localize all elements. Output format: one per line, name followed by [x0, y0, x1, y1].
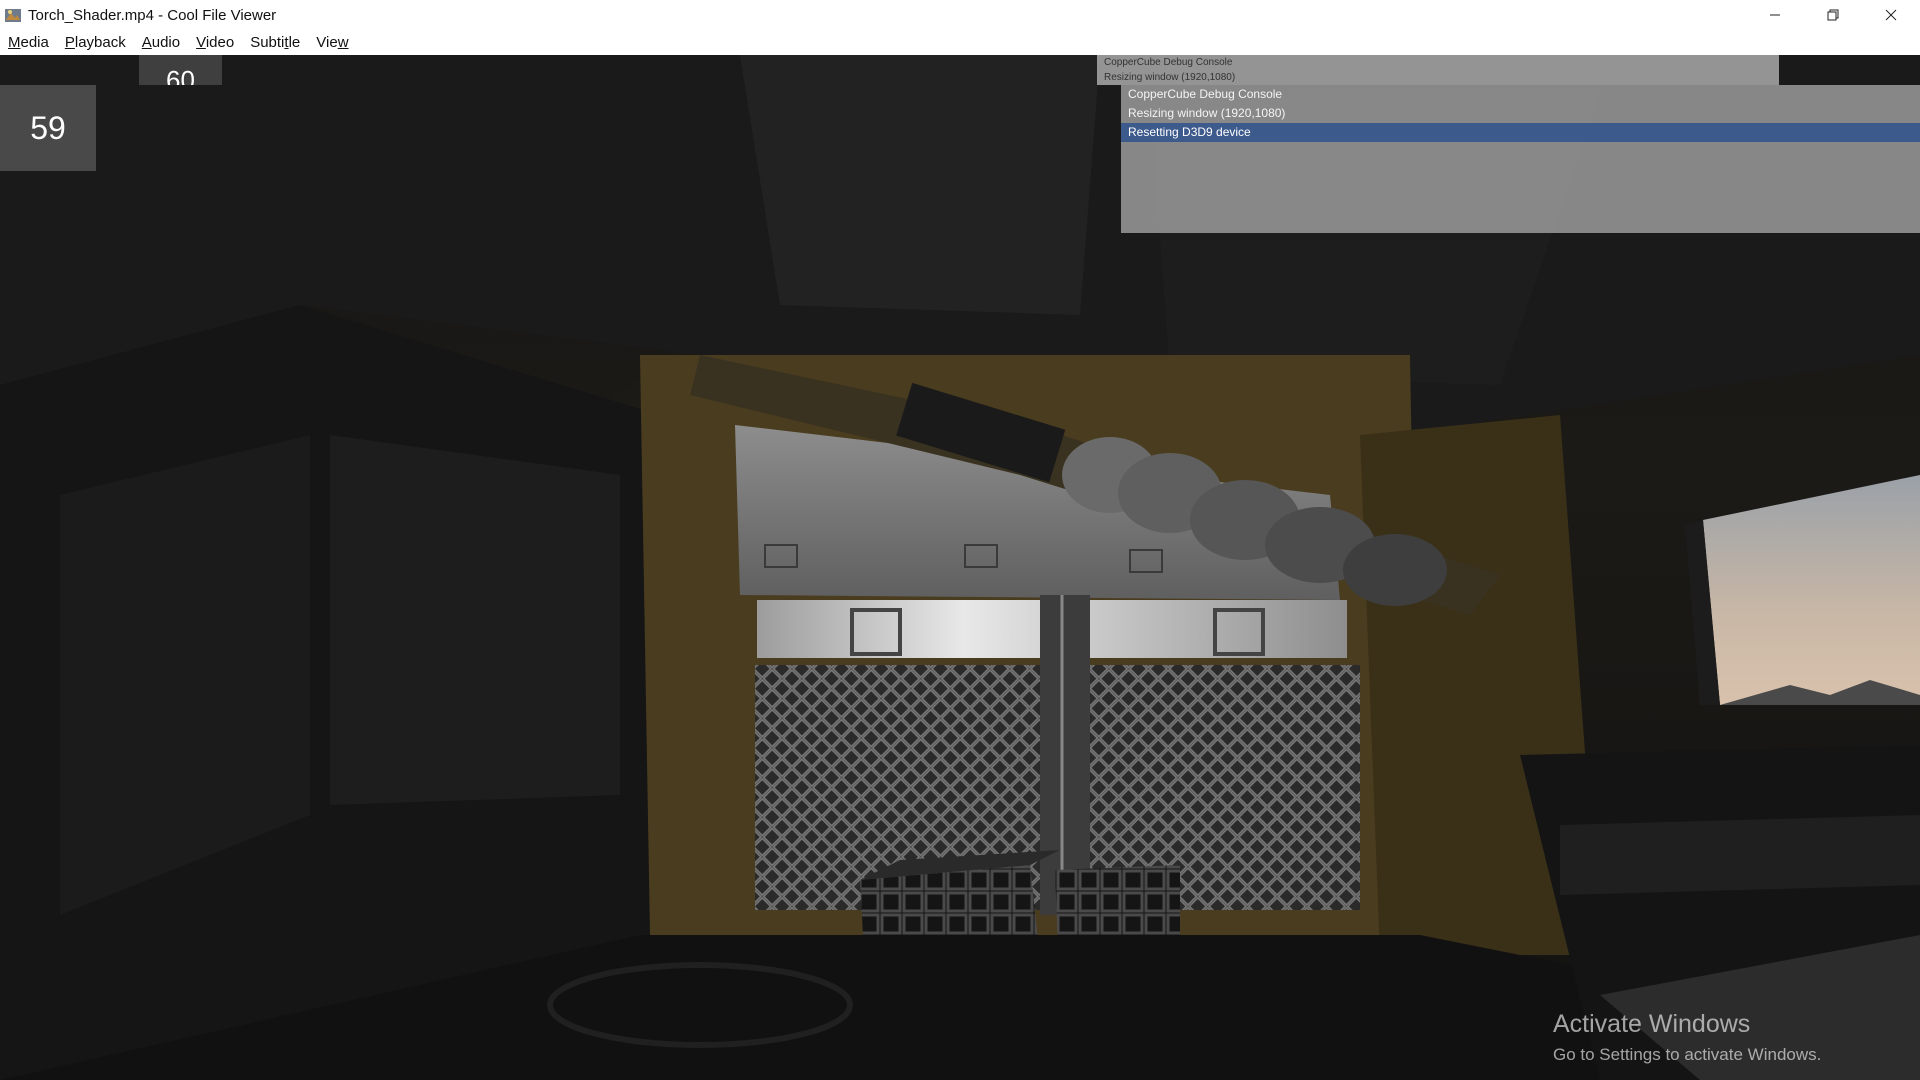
menu-subtitle-label-post: le — [288, 34, 301, 51]
activation-watermark-title: Activate Windows — [1553, 1010, 1751, 1038]
debug-console[interactable]: CopperCube Debug Console Resizing window… — [1121, 85, 1920, 233]
fps-counter: 59 — [0, 85, 96, 171]
console-line[interactable]: CopperCube Debug Console — [1121, 85, 1920, 104]
minimize-icon — [1770, 14, 1780, 16]
minimize-button[interactable] — [1746, 0, 1804, 30]
menu-media[interactable]: Media — [0, 34, 57, 51]
menu-media-label: edia — [20, 34, 49, 51]
fps-ghost-value: 60 — [166, 65, 195, 85]
fps-value: 59 — [30, 109, 66, 146]
activation-watermark-subtitle: Go to Settings to activate Windows. — [1553, 1045, 1822, 1064]
debug-console-ghost: CopperCube Debug Console Resizing window… — [1097, 55, 1779, 85]
console-line[interactable]: Resizing window (1920,1080) — [1121, 104, 1920, 123]
menu-media-mnemonic: M — [8, 34, 21, 51]
restore-button[interactable] — [1804, 0, 1862, 30]
window-controls — [1746, 0, 1920, 30]
menu-subtitle-label-pre: Subti — [250, 34, 285, 51]
app-icon — [5, 9, 21, 22]
window-title: Torch_Shader.mp4 - Cool File Viewer — [28, 6, 277, 24]
menu-bar: Media Playback Audio Video Subtitle View — [0, 30, 1920, 56]
menu-view-mnemonic: w — [337, 34, 349, 51]
console-ghost-line: CopperCube Debug Console — [1104, 57, 1233, 68]
menu-audio-label: udio — [151, 34, 181, 51]
menu-playback-mnemonic: P — [64, 34, 75, 51]
console-ghost-line: Resizing window (1920,1080) — [1104, 72, 1236, 83]
console-line-selected[interactable]: Resetting D3D9 device — [1121, 123, 1920, 142]
close-button[interactable] — [1862, 0, 1920, 30]
menu-playback-label: layback — [74, 34, 126, 51]
close-icon — [1885, 9, 1897, 21]
menu-view-label: Vie — [316, 34, 338, 51]
menu-audio[interactable]: Audio — [134, 34, 188, 51]
restore-icon — [1827, 9, 1839, 21]
menu-audio-mnemonic: A — [141, 34, 152, 51]
menu-view[interactable]: View — [308, 34, 356, 51]
menu-video-label: ideo — [205, 34, 235, 51]
title-bar: Torch_Shader.mp4 - Cool File Viewer — [0, 0, 1920, 30]
menu-video[interactable]: Video — [188, 34, 242, 51]
menu-video-mnemonic: V — [196, 34, 206, 51]
menu-subtitle[interactable]: Subtitle — [242, 34, 308, 51]
menu-playback[interactable]: Playback — [57, 34, 134, 51]
fps-counter-ghost: 60 — [139, 55, 222, 85]
